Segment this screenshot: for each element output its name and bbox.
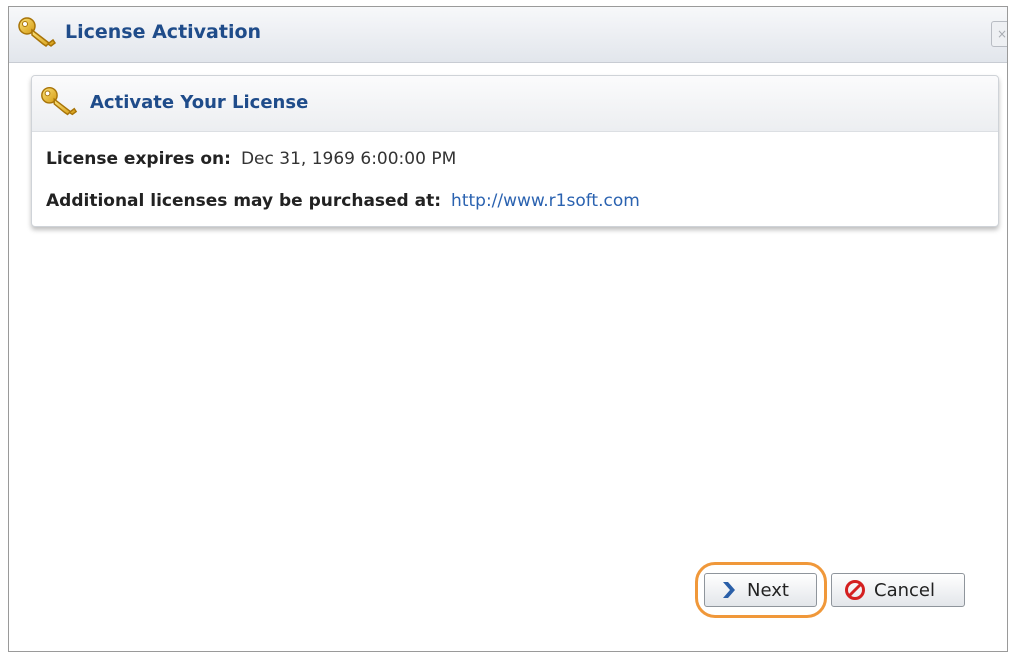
panel-title: Activate Your License [90,92,309,113]
next-button[interactable]: Next [704,573,817,607]
dialog-titlebar: License Activation × [9,7,1007,63]
cancel-icon [845,580,865,600]
chevron-right-icon [723,582,735,598]
purchase-label: Additional licenses may be purchased at: [46,191,442,211]
license-activation-dialog: License Activation × Activate Your Licen… [8,6,1008,652]
cancel-button[interactable]: Cancel [831,573,965,607]
cancel-button-label: Cancel [874,579,935,601]
panel-header: Activate Your License [32,76,998,132]
license-expires-label: License expires on: [46,149,231,169]
close-button[interactable]: × [991,21,1008,47]
license-expires-row: License expires on: Dec 31, 1969 6:00:00 … [46,149,456,169]
purchase-row: Additional licenses may be purchased at:… [46,191,640,211]
close-icon: × [996,27,1008,41]
dialog-title: License Activation [65,21,262,43]
key-icon [41,86,78,116]
purchase-link[interactable]: http://www.r1soft.com [451,191,640,211]
key-icon [18,17,57,47]
next-button-label: Next [747,579,789,601]
license-expires-value: Dec 31, 1969 6:00:00 PM [240,149,457,169]
activate-license-panel: Activate Your License License expires on… [31,75,999,227]
